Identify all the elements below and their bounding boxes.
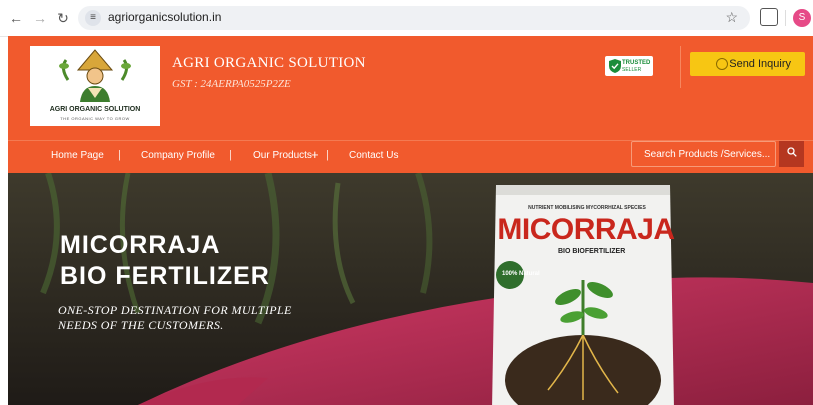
forward-icon[interactable]: → — [30, 8, 50, 28]
nav-our-products[interactable]: Our Products — [253, 150, 312, 161]
nav-separator: | — [229, 149, 232, 161]
nav-company-profile[interactable]: Company Profile — [141, 150, 215, 161]
nav-home-page[interactable]: Home Page — [51, 150, 104, 161]
logo-name: AGRI ORGANIC SOLUTION — [49, 106, 141, 113]
trusted-badge-line1: TRUSTED — [622, 60, 651, 66]
header-divider — [680, 46, 681, 88]
hero-banner[interactable]: MICORRAJA BIO FERTILIZER ONE-STOP DESTIN… — [8, 173, 813, 405]
farmer-logo-icon — [59, 49, 131, 102]
send-inquiry-label: Send Inquiry — [729, 58, 791, 70]
site-info-icon[interactable]: ≡ — [85, 10, 101, 26]
nav-separator: | — [118, 149, 121, 161]
trusted-seller-badge[interactable]: TRUSTED SELLER — [605, 56, 653, 76]
bag-brand-text: MICORRAJA — [497, 213, 675, 246]
bag-subtitle-text: BIO BIOFERTILIZER — [558, 248, 626, 255]
logo-tagline: THE ORGANIC WAY TO GROW — [60, 116, 130, 121]
address-bar[interactable]: ≡ agriorganicsolution.in ☆ — [78, 6, 750, 30]
banner-subtitle-line1: ONE-STOP DESTINATION FOR MULTIPLE — [58, 303, 292, 317]
main-nav: Home Page | Company Profile | Our Produc… — [8, 141, 813, 173]
products-expand-icon[interactable]: + — [311, 147, 319, 162]
search-input[interactable] — [631, 141, 776, 167]
back-icon[interactable]: ← — [6, 8, 26, 28]
reload-icon[interactable]: ↻ — [53, 8, 73, 28]
extensions-icon[interactable] — [760, 8, 778, 26]
nav-contact-us[interactable]: Contact Us — [349, 150, 398, 161]
banner-title-line2: BIO FERTILIZER — [60, 262, 270, 290]
site-header: AGRI ORGANIC SOLUTION THE ORGANIC WAY TO… — [8, 36, 813, 140]
send-inquiry-button[interactable]: Send Inquiry — [690, 52, 805, 76]
gst-number: GST : 24AERPA0525P2ZE — [172, 78, 291, 90]
banner-subtitle-line2: NEEDS OF THE CUSTOMERS. — [58, 318, 224, 332]
trusted-badge-line2: SELLER — [622, 67, 642, 73]
toolbar-divider — [785, 10, 786, 26]
bag-top-text: NUTRIENT MOBILISING MYCORRHIZAL SPECIES — [528, 205, 646, 211]
company-logo[interactable]: AGRI ORGANIC SOLUTION THE ORGANIC WAY TO… — [30, 46, 160, 126]
profile-avatar[interactable]: S — [793, 9, 811, 27]
nav-separator: | — [326, 149, 329, 161]
bookmark-star-icon[interactable]: ☆ — [725, 9, 738, 26]
natural-seal: 100% Natural — [502, 271, 540, 277]
search-button[interactable] — [779, 141, 804, 167]
shield-check-icon — [609, 59, 621, 73]
search-icon — [786, 147, 797, 157]
browser-toolbar: ← → ↻ ≡ agriorganicsolution.in ☆ S — [0, 0, 813, 37]
inquiry-icon — [716, 58, 728, 70]
company-name[interactable]: AGRI ORGANIC SOLUTION — [172, 55, 366, 72]
banner-title-line1: MICORRAJA — [60, 231, 221, 259]
url-text: agriorganicsolution.in — [108, 10, 222, 24]
product-bag-image: NUTRIENT MOBILISING MYCORRHIZAL SPECIES … — [488, 185, 678, 405]
